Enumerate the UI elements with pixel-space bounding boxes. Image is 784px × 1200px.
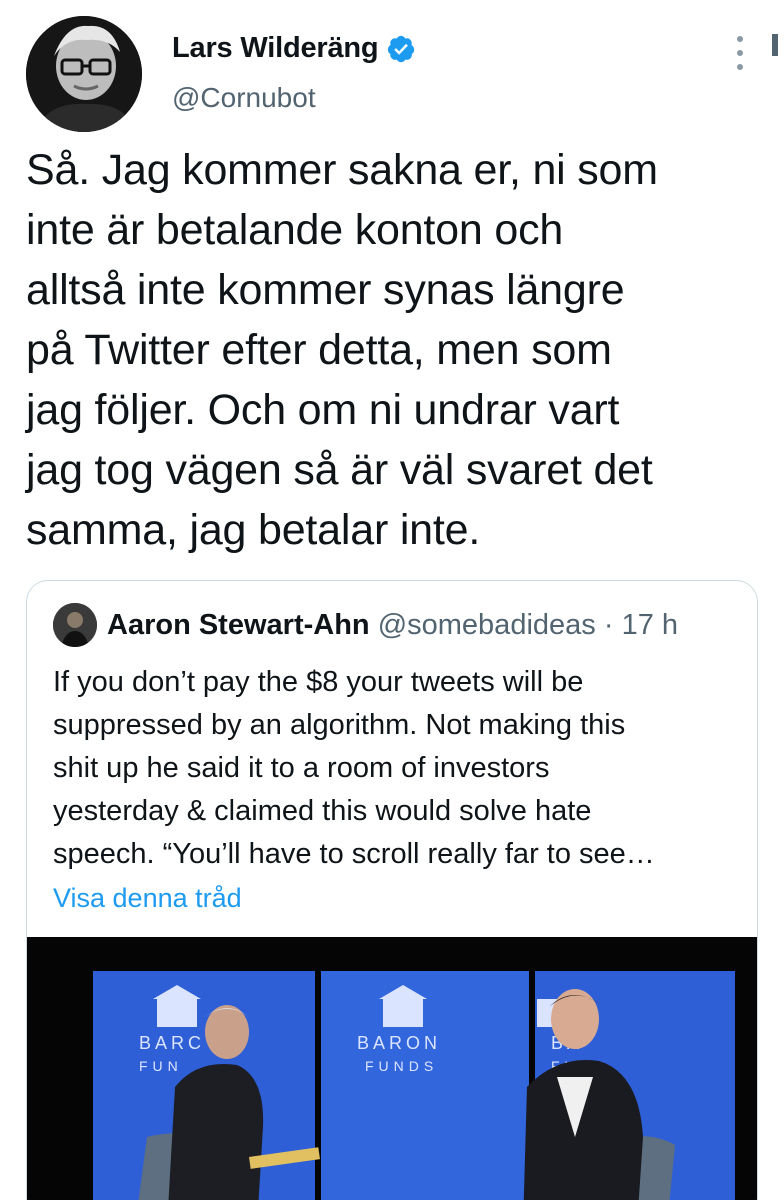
stage-text: FUNDS (365, 1058, 438, 1074)
quote-line: speech. “You’ll have to scroll really fa… (53, 838, 655, 870)
author-name-row: Lars Wilderäng (172, 32, 416, 65)
tweet-line: Så. Jag kommer sakna er, ni som (26, 146, 658, 194)
stage-text: BARON (357, 1033, 441, 1053)
quote-line: yesterday & claimed this would solve hat… (53, 795, 592, 827)
more-dot (737, 36, 743, 42)
separator-dot: · (603, 609, 614, 641)
more-options-icon[interactable] (734, 36, 746, 70)
tweet-text: Så. Jag kommer sakna er, ni som inte är … (26, 140, 766, 560)
quoted-tweet-text: If you don’t pay the $8 your tweets will… (53, 661, 743, 876)
scrollbar-thumb[interactable] (772, 34, 778, 56)
quote-line: shit up he said it to a room of investor… (53, 752, 550, 784)
quote-line: suppressed by an algorithm. Not making t… (53, 709, 626, 741)
quoted-tweet-header: Aaron Stewart-Ahn @somebadideas · 17 h (107, 609, 678, 642)
author-name[interactable]: Lars Wilderäng (172, 32, 379, 65)
author-handle[interactable]: @Cornubot (172, 82, 316, 114)
tweet-line: samma, jag betalar inte. (26, 506, 481, 554)
author-avatar[interactable] (26, 16, 142, 132)
quoted-author-handle[interactable]: @somebadideas (378, 609, 596, 641)
more-dot (737, 50, 743, 56)
more-dot (737, 64, 743, 70)
tweet-line: jag tog vägen så är väl svaret det (26, 446, 653, 494)
stage-photo: BARC FUN BARON FUNDS BA FU (27, 937, 757, 1200)
quoted-author-name[interactable]: Aaron Stewart-Ahn (107, 609, 370, 641)
stage-text: FUN (139, 1058, 183, 1074)
quoted-tweet-card[interactable]: Aaron Stewart-Ahn @somebadideas · 17 h I… (26, 580, 758, 1200)
tweet-line: på Twitter efter detta, men som (26, 326, 612, 374)
stage-text: BARC (139, 1033, 205, 1053)
quoted-tweet-time[interactable]: 17 h (622, 609, 678, 641)
quote-line: If you don’t pay the $8 your tweets will… (53, 666, 584, 698)
quoted-author-avatar[interactable] (53, 603, 97, 647)
verified-badge-icon (388, 35, 415, 62)
tweet-line: jag följer. Och om ni undrar vart (26, 386, 620, 434)
quoted-tweet-media[interactable]: BARC FUN BARON FUNDS BA FU (27, 937, 757, 1200)
tweet-header: Lars Wilderäng @Cornubot (0, 0, 784, 140)
quoted-author-avatar-image (53, 603, 97, 647)
tweet-line: inte är betalande konton och (26, 206, 564, 254)
show-thread-link[interactable]: Visa denna tråd (53, 883, 242, 914)
author-avatar-image (26, 16, 142, 132)
tweet-line: alltså inte kommer synas längre (26, 266, 625, 314)
